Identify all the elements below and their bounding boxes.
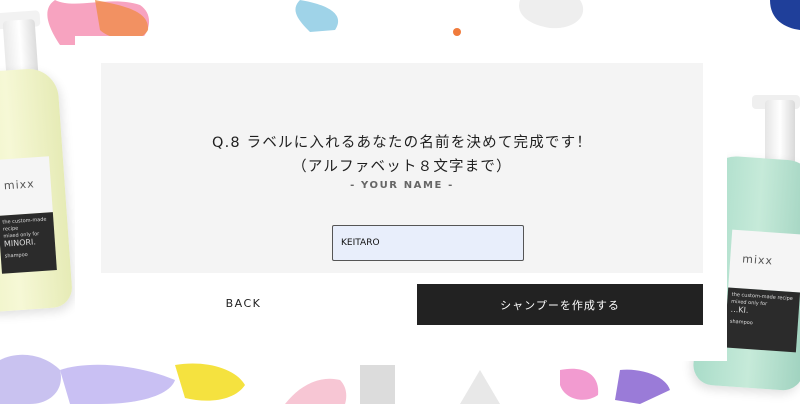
left-label-type: shampoo bbox=[4, 251, 28, 260]
name-dialog: Q.8 ラベルに入れるあなたの名前を決めて完成です！ （アルファベット８文字まで… bbox=[75, 36, 727, 361]
left-label-line-3: MINORI. bbox=[3, 237, 37, 249]
back-button[interactable]: BACK bbox=[176, 284, 311, 322]
right-bottle-label: mixx the custom-made recipe mixed only f… bbox=[724, 229, 800, 355]
question-subtitle: - YOUR NAME - bbox=[350, 180, 454, 191]
create-shampoo-button[interactable]: シャンプーを作成する bbox=[417, 284, 703, 325]
question-note: （アルファベット８文字まで） bbox=[292, 159, 512, 175]
right-bottle-logo: mixx bbox=[741, 252, 774, 268]
right-label-type: shampoo bbox=[729, 318, 754, 327]
question-text: Q.8 ラベルに入れるあなたの名前を決めて完成です！ bbox=[211, 135, 593, 151]
left-bottle-logo: mixx bbox=[3, 177, 36, 193]
question-panel: Q.8 ラベルに入れるあなたの名前を決めて完成です！ （アルファベット８文字まで… bbox=[101, 63, 703, 273]
left-bottle-label: mixx the custom-made recipe mixed only f… bbox=[0, 156, 57, 275]
name-input[interactable] bbox=[332, 225, 524, 261]
